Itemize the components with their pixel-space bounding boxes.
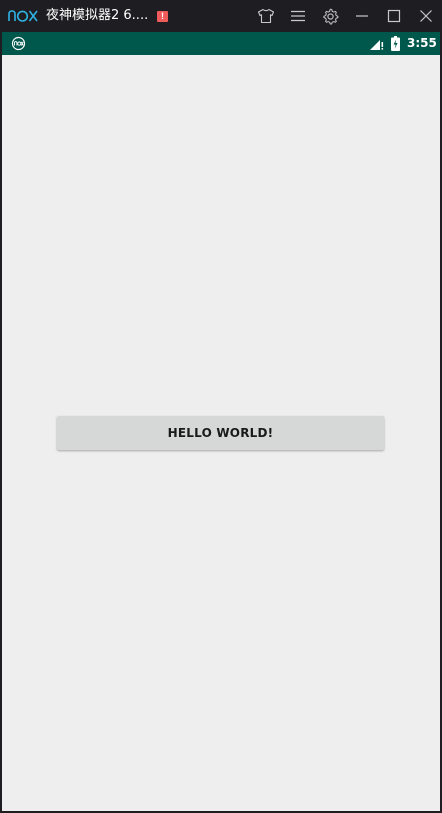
android-screen: 3:55 HELLO WORLD! bbox=[2, 32, 440, 811]
gear-icon[interactable] bbox=[320, 6, 340, 26]
close-icon[interactable] bbox=[416, 6, 436, 26]
alert-badge[interactable]: ! bbox=[157, 11, 168, 22]
status-time: 3:55 bbox=[407, 36, 437, 50]
nox-notification-icon bbox=[11, 36, 26, 51]
title-bar[interactable]: 夜神模拟器2 6.... ! bbox=[0, 0, 442, 32]
status-bar: 3:55 bbox=[2, 32, 440, 55]
hello-world-button[interactable]: HELLO WORLD! bbox=[57, 416, 384, 450]
emulator-window: 夜神模拟器2 6.... ! 3:55 HELLO WORLD! bbox=[0, 0, 442, 813]
battery-charging-icon bbox=[391, 36, 400, 51]
nox-logo-icon bbox=[8, 10, 38, 22]
shirt-icon[interactable] bbox=[256, 6, 276, 26]
minimize-icon[interactable] bbox=[352, 6, 372, 26]
maximize-icon[interactable] bbox=[384, 6, 404, 26]
window-title: 夜神模拟器2 6.... bbox=[46, 8, 149, 23]
signal-icon bbox=[370, 40, 384, 50]
hamburger-menu-icon[interactable] bbox=[288, 6, 308, 26]
